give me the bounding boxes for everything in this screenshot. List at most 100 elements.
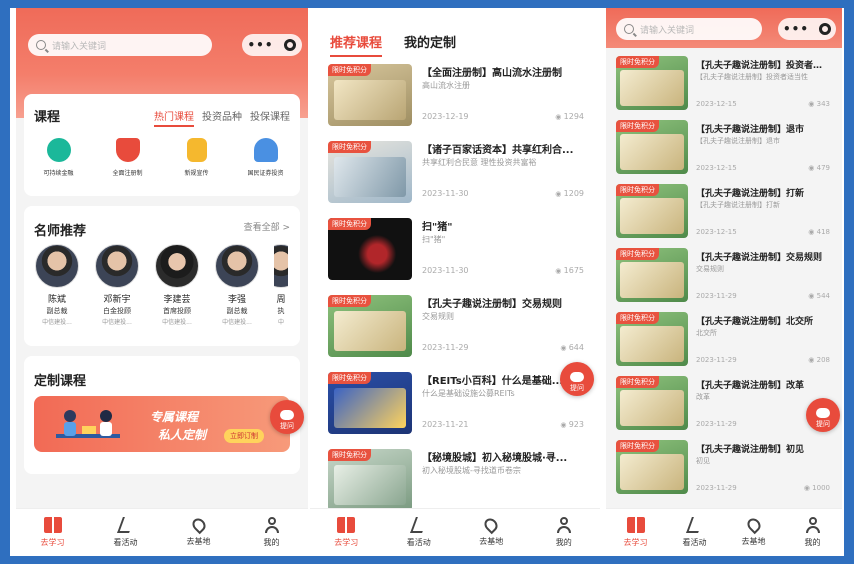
ask-question-button[interactable]: 提问	[270, 400, 304, 434]
screenshot-frame: 请输入关键词 ••• 课程 热门课程 投资品种 投保课程 可持续金融 全面注册制	[10, 8, 844, 556]
course-item[interactable]: 限时免积分 【秘境股城】初入秘境股城·寻... 初入秘境股城-寻找道币卷宗	[328, 449, 590, 515]
tab-protection-courses[interactable]: 投保课程	[250, 108, 290, 127]
tab-base[interactable]: 去基地	[726, 515, 782, 547]
tab-label: 我的	[263, 538, 280, 547]
course-item[interactable]: 限时免积分 【孔夫子趣说注册制】初见 初见 2023-11-29 1000	[616, 440, 834, 500]
tab-label: 我的	[555, 538, 572, 547]
course-item[interactable]: 限时免积分 【孔夫子趣说注册制】退市 【孔夫子趣说注册制】退市 2023-12-…	[616, 120, 834, 180]
course-item[interactable]: 限时免积分 【REITs小百科】什么是基础... 什么是基础设施公募REITs …	[328, 372, 590, 438]
category-new-rules[interactable]: 新规宣传	[167, 138, 227, 177]
course-subtitle: 【孔夫子趣说注册制】投资者适当性	[696, 73, 808, 81]
tab-base[interactable]: 去基地	[171, 515, 227, 547]
teacher-card[interactable]: 邓新宇 白金投顾 中信建投...	[94, 244, 140, 326]
tab-mine[interactable]: 我的	[536, 517, 592, 548]
tab-study[interactable]: 去学习	[25, 517, 81, 548]
search-placeholder: 请输入关键词	[640, 25, 695, 36]
view-all-link[interactable]: 查看全部 >	[244, 220, 290, 233]
tab-recommended-courses[interactable]: 推荐课程	[330, 32, 383, 57]
teacher-name: 周	[276, 295, 286, 305]
mini-program-capsule[interactable]: •••	[778, 18, 836, 40]
tab-study[interactable]: 去学习	[608, 517, 664, 548]
close-circle-icon[interactable]	[284, 39, 297, 51]
teacher-company: 中	[277, 319, 284, 326]
tab-activities[interactable]: 看活动	[98, 517, 154, 548]
course-title: 【孔夫子趣说注册制】交易规则	[422, 299, 562, 310]
avatar	[95, 244, 139, 288]
tab-mine[interactable]: 我的	[244, 517, 300, 548]
more-icon[interactable]: •••	[247, 38, 273, 52]
teacher-company: 中信建投...	[162, 319, 192, 326]
people-illustration-icon	[56, 410, 120, 438]
banner-subheadline: 私人定制	[158, 428, 207, 442]
tab-label: 去学习	[40, 538, 65, 547]
tab-mine[interactable]: 我的	[785, 517, 841, 548]
course-date: 2023-11-29	[422, 343, 469, 352]
tab-study[interactable]: 去学习	[318, 517, 374, 548]
course-item[interactable]: 限时免积分 【全面注册制】高山流水注册制 高山流水注册 2023-12-19 1…	[328, 64, 590, 130]
teacher-name: 陈斌	[47, 295, 66, 305]
teacher-card[interactable]: 陈斌 副总裁 中信建投...	[34, 244, 80, 326]
ask-label: 提问	[570, 384, 584, 392]
user-icon	[264, 517, 279, 533]
teacher-list: 陈斌 副总裁 中信建投... 邓新宇 白金投顾 中信建投... 李建芸 首席投顾…	[34, 244, 288, 326]
teacher-card-partial[interactable]: 周 执 中	[274, 244, 288, 326]
course-item[interactable]: 限时免积分 【孔夫子趣说注册制】改革 改革 2023-11-29	[616, 376, 834, 436]
category-sustainable-finance[interactable]: 可持续金融	[29, 138, 89, 177]
course-item[interactable]: 限时免积分 【诸子百家话资本】共享红利合... 共享红利合民意 理性投资共富裕 …	[328, 141, 590, 207]
course-item[interactable]: 限时免积分 【孔夫子趣说注册制】北交所 北交所 2023-11-29 208	[616, 312, 834, 372]
view-count: 923	[560, 420, 584, 429]
category-registration[interactable]: 全面注册制	[98, 138, 158, 177]
free-points-badge: 限时免积分	[616, 312, 659, 324]
view-count: 1675	[555, 266, 584, 275]
course-title: 【全面注册制】高山流水注册制	[422, 68, 562, 79]
ask-question-button[interactable]: 提问	[560, 362, 594, 396]
tab-investment-types[interactable]: 投资品种	[202, 108, 242, 127]
free-points-badge: 限时免积分	[328, 141, 371, 153]
course-subtitle: 北交所	[696, 329, 717, 337]
course-item[interactable]: 限时免积分 【孔夫子趣说注册制】打新 【孔夫子趣说注册制】打新 2023-12-…	[616, 184, 834, 244]
party-icon	[685, 517, 704, 533]
view-count: 418	[808, 228, 830, 236]
order-now-button[interactable]: 立即订制	[224, 429, 264, 443]
course-item[interactable]: 限时免积分 【孔夫子趣说注册制】交易规则 交易规则 2023-11-29 644	[328, 295, 590, 361]
search-icon	[624, 24, 634, 34]
course-item[interactable]: 限时免积分 【孔夫子趣说注册制】投资者适... 【孔夫子趣说注册制】投资者适当性…	[616, 56, 834, 116]
series-screen: 请输入关键词 ••• 限时免积分 【孔夫子趣说注册制】投资者适... 【孔夫子趣…	[606, 8, 842, 556]
course-thumbnail: 限时免积分	[328, 449, 412, 511]
courses-title: 课程	[34, 110, 61, 125]
avatar	[274, 244, 288, 288]
course-date: 2023-12-19	[422, 112, 469, 121]
tab-base[interactable]: 去基地	[463, 515, 519, 547]
avatar	[215, 244, 259, 288]
courses-card: 课程 热门课程 投资品种 投保课程 可持续金融 全面注册制 新规宣传 国民证券投…	[24, 94, 300, 196]
mini-program-capsule[interactable]: •••	[242, 34, 302, 56]
search-input[interactable]: 请输入关键词	[616, 18, 762, 40]
course-tabs: 热门课程 投资品种 投保课程	[154, 108, 290, 127]
tab-hot-courses[interactable]: 热门课程	[154, 108, 194, 127]
course-thumbnail: 限时免积分	[616, 440, 688, 494]
teacher-card[interactable]: 李建芸 首席投顾 中信建投...	[154, 244, 200, 326]
course-title: 【孔夫子趣说注册制】北交所	[696, 317, 814, 327]
course-item[interactable]: 限时免积分 扫"猪" 扫"猪" 2023-11-30 1675	[328, 218, 590, 284]
free-points-badge: 限时免积分	[328, 372, 371, 384]
tab-activities[interactable]: 看活动	[667, 517, 723, 548]
scroll-painting-icon	[620, 326, 684, 362]
tab-activities[interactable]: 看活动	[391, 517, 447, 548]
course-thumbnail: 限时免积分	[616, 312, 688, 366]
more-icon[interactable]: •••	[783, 22, 809, 36]
course-item[interactable]: 限时免积分 【孔夫子趣说注册制】交易规则 交易规则 2023-11-29 544	[616, 248, 834, 308]
ask-question-button[interactable]: 提问	[806, 398, 840, 432]
shield-icon	[115, 138, 140, 162]
category-national-investment[interactable]: 国民证券投资	[236, 138, 296, 177]
search-input[interactable]: 请输入关键词	[28, 34, 212, 56]
teachers-title: 名师推荐	[34, 224, 87, 239]
bottom-tab-bar: 去学习 看活动 去基地 我的	[16, 508, 308, 556]
teacher-card[interactable]: 李强 副总裁 中信建投...	[214, 244, 260, 326]
course-thumbnail: 限时免积分	[616, 120, 688, 174]
close-circle-icon[interactable]	[818, 23, 831, 35]
tab-label: 去基地	[186, 537, 211, 546]
tab-my-custom[interactable]: 我的定制	[404, 32, 456, 57]
teacher-company: 中信建投...	[102, 319, 132, 326]
course-date: 2023-11-29	[696, 484, 737, 492]
custom-course-banner[interactable]: 专属课程 私人定制 立即订制	[34, 396, 290, 452]
